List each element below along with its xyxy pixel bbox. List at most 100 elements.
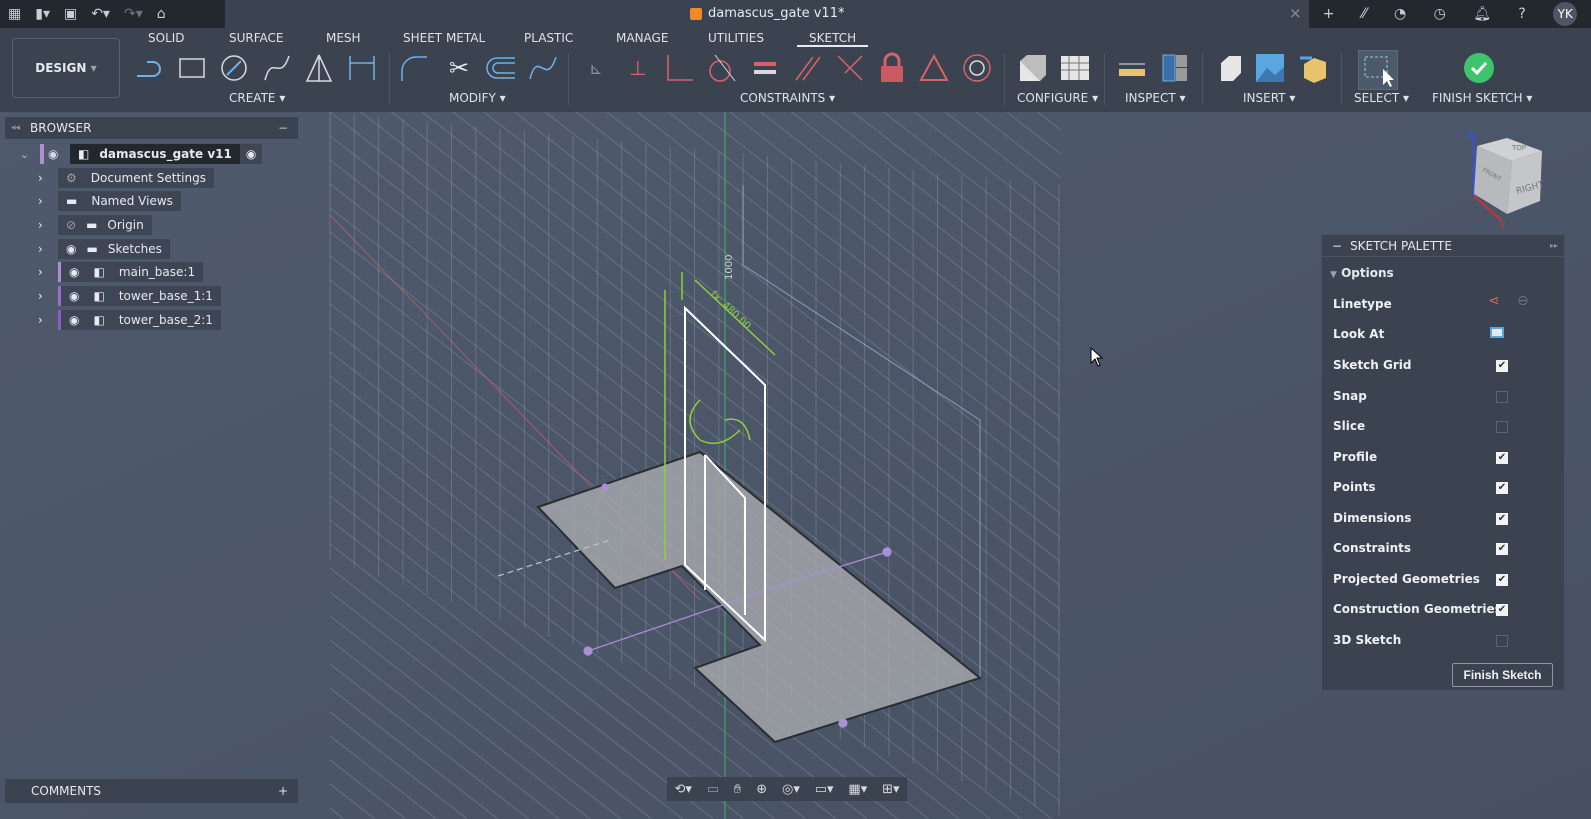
chevron-right-icon[interactable]: › bbox=[38, 313, 58, 327]
chevron-right-icon[interactable]: › bbox=[38, 265, 58, 279]
lock-icon[interactable] bbox=[876, 52, 908, 84]
dimension-tool-icon[interactable] bbox=[346, 52, 378, 84]
chevron-right-icon[interactable]: › bbox=[38, 194, 58, 208]
grid-settings-icon[interactable]: ▦▾ bbox=[848, 782, 867, 797]
collapse-palette-icon[interactable]: − bbox=[1332, 239, 1342, 253]
rectangle-tool-icon[interactable] bbox=[176, 52, 208, 84]
tab-solid[interactable]: SOLID bbox=[148, 31, 185, 45]
redo-icon[interactable]: ↷▾ bbox=[124, 6, 143, 22]
construction-linetype-icon[interactable]: ⋖ bbox=[1488, 293, 1500, 309]
option-checkbox[interactable]: ✔ bbox=[1496, 451, 1508, 464]
tab-mesh[interactable]: MESH bbox=[326, 31, 361, 45]
parallel-icon[interactable] bbox=[792, 52, 824, 84]
plus-icon[interactable]: + bbox=[1323, 6, 1335, 22]
browser-header[interactable]: ◂◂ BROWSER − bbox=[5, 117, 298, 139]
configure-table-icon[interactable] bbox=[1059, 52, 1091, 84]
cube-face-top[interactable]: TOP bbox=[1511, 144, 1526, 152]
eye-icon[interactable]: ◉ bbox=[66, 242, 76, 256]
mirror-tool-icon[interactable] bbox=[303, 52, 335, 84]
line-tool-icon[interactable] bbox=[134, 52, 166, 84]
select-tool-icon[interactable] bbox=[1358, 50, 1398, 90]
grid-icon[interactable]: ▦ bbox=[8, 6, 21, 22]
circle-tool-icon[interactable] bbox=[218, 52, 250, 84]
configure-menu[interactable]: CONFIGURE ▾ bbox=[1017, 91, 1098, 105]
triangle-constraint-icon[interactable] bbox=[918, 52, 950, 84]
select-menu[interactable]: SELECT ▾ bbox=[1354, 91, 1409, 105]
option-checkbox[interactable]: ✔ bbox=[1496, 543, 1508, 555]
offset-tool-icon[interactable] bbox=[485, 52, 517, 84]
tree-item-main-base[interactable]: › ◉ ◧ main_base:1 bbox=[38, 262, 204, 282]
pan-hand-icon[interactable]: ✋︎ bbox=[734, 782, 741, 797]
constraints-menu[interactable]: CONSTRAINTS ▾ bbox=[740, 91, 835, 105]
finish-sketch-icon[interactable] bbox=[1463, 52, 1495, 84]
spline-tool-icon[interactable] bbox=[261, 52, 293, 84]
close-tab-icon[interactable]: × bbox=[1289, 4, 1302, 22]
create-menu[interactable]: CREATE ▾ bbox=[229, 91, 285, 105]
options-section[interactable]: ▼ Options bbox=[1330, 266, 1394, 280]
tab-sketch[interactable]: SKETCH bbox=[797, 31, 869, 47]
tree-item-origin[interactable]: › ⊘ ▬ Origin bbox=[38, 215, 152, 235]
insert-image-icon[interactable] bbox=[1254, 52, 1286, 84]
fix-constraint-icon[interactable]: ⊥ bbox=[622, 52, 654, 84]
option-checkbox[interactable] bbox=[1496, 634, 1508, 647]
save-icon[interactable]: ▣ bbox=[64, 6, 77, 22]
insert-mesh-icon[interactable] bbox=[1298, 52, 1330, 84]
inspect-menu[interactable]: INSPECT ▾ bbox=[1125, 91, 1186, 105]
option-checkbox[interactable]: ✔ bbox=[1496, 360, 1508, 372]
eye-icon[interactable]: ◉ bbox=[69, 265, 79, 279]
eye-icon[interactable]: ◉ bbox=[48, 147, 70, 161]
workspace-switcher[interactable]: DESIGN ▼ bbox=[12, 38, 120, 98]
measure-icon[interactable] bbox=[1116, 52, 1148, 84]
option-checkbox[interactable] bbox=[1496, 390, 1508, 403]
undo-icon[interactable]: ↶▾ bbox=[91, 6, 110, 22]
file-icon[interactable]: ▮▾ bbox=[35, 6, 50, 22]
chevron-right-icon[interactable]: › bbox=[38, 218, 58, 232]
fit-icon[interactable]: ◎▾ bbox=[782, 782, 800, 797]
option-checkbox[interactable]: ✔ bbox=[1496, 512, 1508, 525]
inspect-section-icon[interactable] bbox=[1159, 52, 1191, 84]
perpendicular-constraint-icon[interactable] bbox=[834, 52, 866, 84]
trim-tool-icon[interactable]: ✂︎ bbox=[443, 52, 475, 84]
notification-icon[interactable]: 🔔︎ bbox=[1473, 6, 1491, 22]
minimize-icon[interactable]: − bbox=[278, 121, 288, 135]
option-checkbox[interactable]: ✔ bbox=[1496, 604, 1508, 616]
insert-derive-icon[interactable] bbox=[1212, 52, 1244, 84]
tree-item-sketches[interactable]: › ◉ ▬ Sketches bbox=[38, 239, 170, 259]
auto-constrain-icon[interactable]: ⊾ bbox=[580, 52, 612, 84]
option-checkbox[interactable]: ✔ bbox=[1496, 573, 1508, 586]
look-at-icon[interactable] bbox=[1490, 327, 1504, 338]
avatar[interactable]: YK bbox=[1553, 2, 1578, 26]
chevron-right-icon[interactable]: › bbox=[38, 242, 58, 256]
tree-item-tower-base-2[interactable]: › ◉ ◧ tower_base_2:1 bbox=[38, 310, 221, 330]
home-icon[interactable]: ⌂ bbox=[157, 6, 166, 22]
extensions-icon[interactable]: ⁄⁄ bbox=[1362, 6, 1367, 22]
tab-plastic[interactable]: PLASTIC bbox=[524, 31, 573, 45]
tree-item-named-views[interactable]: › ▬ Named Views bbox=[38, 191, 181, 211]
chevron-right-icon[interactable]: › bbox=[38, 289, 58, 303]
concentric-icon[interactable] bbox=[961, 52, 993, 84]
tab-surface[interactable]: SURFACE bbox=[229, 31, 284, 45]
activate-radio-icon[interactable]: ◉ bbox=[239, 144, 263, 164]
tree-root[interactable]: ⌄ ◉ ◧ damascus_gate v11 ◉ bbox=[20, 144, 263, 164]
collapse-browser-icon[interactable]: ◂◂ bbox=[11, 123, 20, 133]
document-tab[interactable]: damascus_gate v11* bbox=[690, 6, 844, 21]
comments-panel[interactable]: COMMENTS + bbox=[5, 779, 298, 803]
chevron-right-icon[interactable]: › bbox=[38, 171, 58, 185]
tree-item-tower-base-1[interactable]: › ◉ ◧ tower_base_1:1 bbox=[38, 286, 221, 306]
fillet-tool-icon[interactable] bbox=[398, 52, 430, 84]
modify-menu[interactable]: MODIFY ▾ bbox=[449, 91, 506, 105]
finish-sketch-menu[interactable]: FINISH SKETCH ▾ bbox=[1432, 91, 1532, 105]
look-at-nav-icon[interactable]: ▭ bbox=[707, 782, 719, 797]
perpendicular-icon[interactable] bbox=[664, 52, 696, 84]
tab-utilities[interactable]: UTILITIES bbox=[708, 31, 764, 45]
dimension-label[interactable]: 1000 bbox=[724, 255, 735, 280]
expand-palette-icon[interactable]: ▸▸ bbox=[1550, 241, 1558, 250]
chevron-down-icon[interactable]: ⌄ bbox=[20, 148, 36, 161]
insert-menu[interactable]: INSERT ▾ bbox=[1243, 91, 1295, 105]
add-comment-icon[interactable]: + bbox=[278, 784, 288, 798]
option-checkbox[interactable] bbox=[1496, 421, 1508, 433]
job-status-icon[interactable]: ◷ bbox=[1434, 6, 1446, 22]
eye-icon[interactable]: ◉ bbox=[69, 313, 79, 327]
curve-tool-icon[interactable] bbox=[527, 52, 559, 84]
display-settings-icon[interactable]: ▭▾ bbox=[815, 782, 834, 797]
